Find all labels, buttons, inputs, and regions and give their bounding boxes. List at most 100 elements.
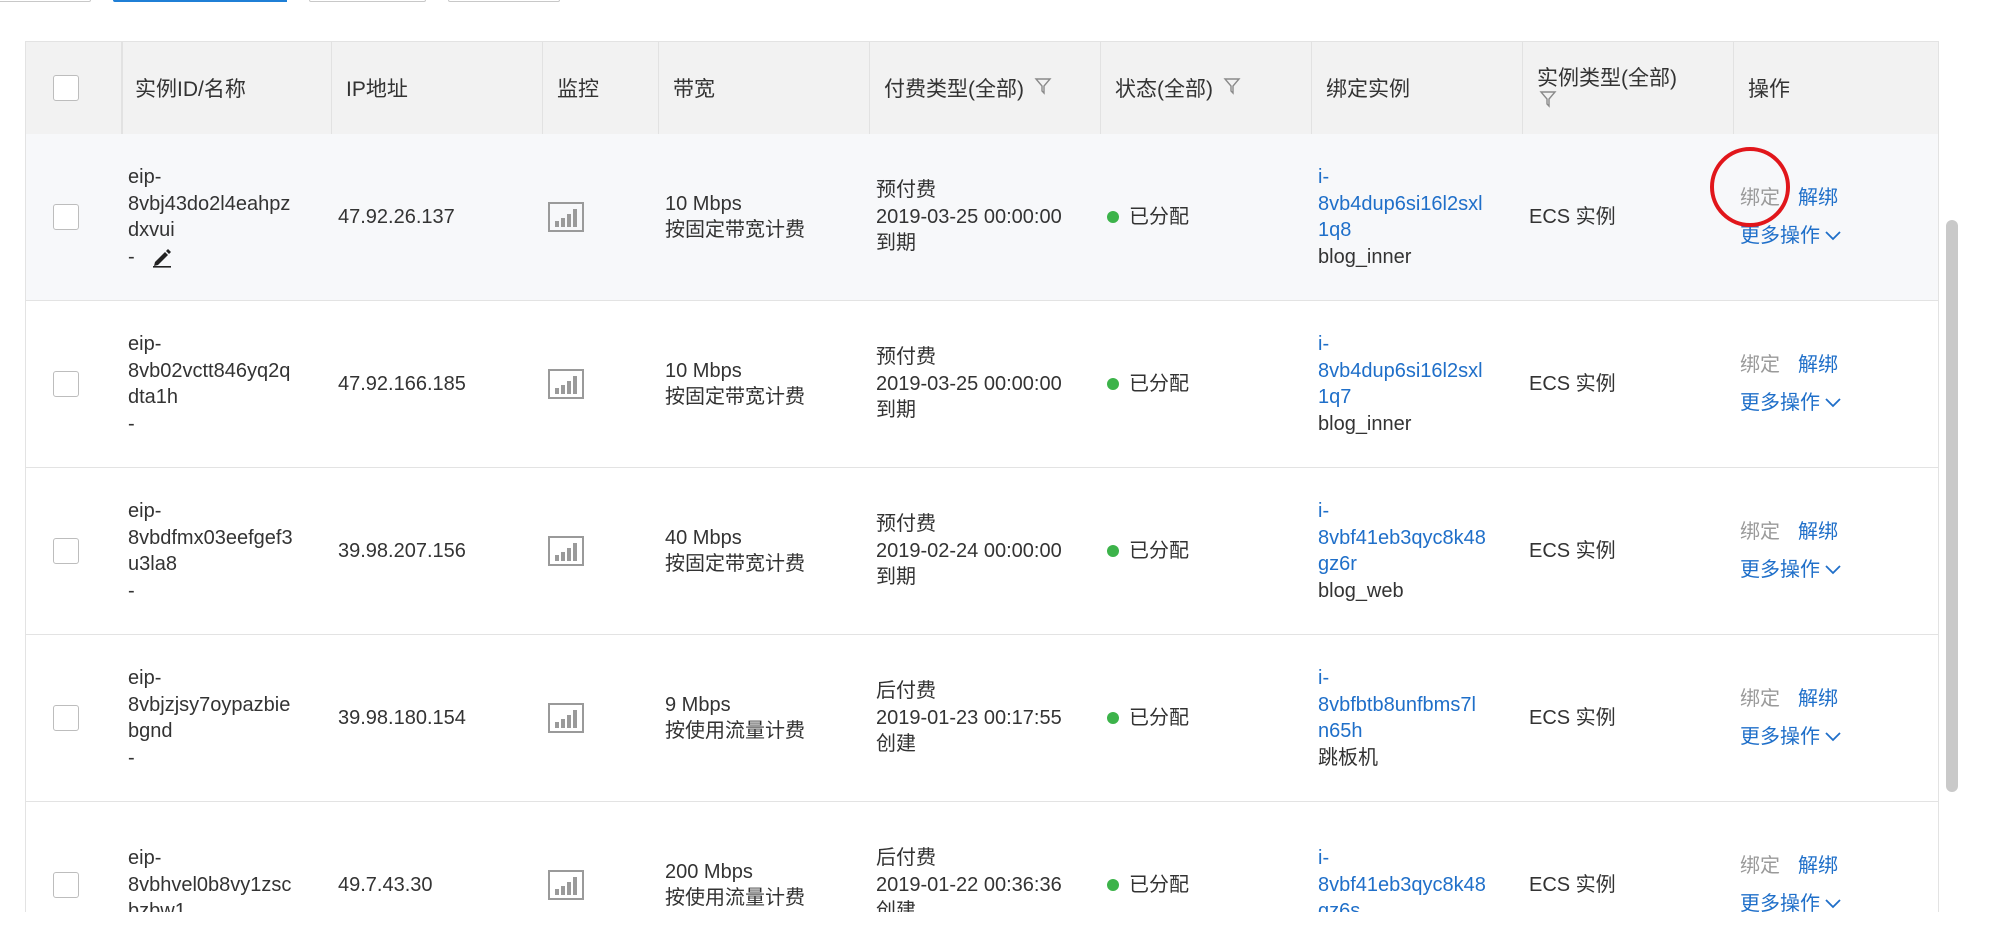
edit-pencil-icon[interactable] [151, 246, 173, 268]
bound-instance-link[interactable]: gz6s [1318, 898, 1486, 912]
instance-type-cell: ECS 实例 [1529, 706, 1616, 729]
more-actions-dropdown[interactable]: 更多操作 [1740, 557, 1842, 584]
bound-instance-link[interactable]: 1q8 [1318, 217, 1483, 244]
search-button[interactable] [259, 0, 287, 2]
instance-id-line: u3la8 [128, 553, 177, 575]
table-header: 实例ID/名称 IP地址 监控 带宽 付费类型(全部) 状态(全部) 绑定实例 … [26, 42, 1938, 135]
col-header-instance-type[interactable]: 实例类型(全部) [1523, 42, 1734, 134]
instance-id-line: 8vb02vctt846yq2q [128, 359, 291, 382]
ip-cell: 47.92.26.137 [338, 205, 455, 228]
instance-id-line: dxvui [128, 219, 175, 241]
status-dot [1107, 879, 1119, 891]
bound-instance-name: 跳板机 [1318, 746, 1378, 769]
chevron-down-icon [1825, 231, 1841, 241]
table-row: eip- 8vb02vctt846yq2q dta1h - 47.92.166.… [26, 301, 1938, 468]
col-header-operations: 操作 [1748, 78, 1790, 101]
pay-type-cell: 预付费 2019-03-25 00:00:00 到期 [876, 179, 1062, 255]
monitor-chart-icon[interactable] [548, 703, 584, 733]
filter-icon[interactable] [1539, 90, 1557, 108]
col-header-monitor: 监控 [543, 42, 659, 134]
bound-instance-link[interactable]: 8vbf41eb3qyc8k48 [1318, 525, 1486, 552]
unbind-button[interactable]: 解绑 [1798, 519, 1838, 546]
monitor-cell[interactable] [548, 802, 659, 912]
bound-instance-link[interactable]: 1q7 [1318, 384, 1483, 411]
monitor-chart-icon[interactable] [548, 202, 584, 232]
select-all-checkbox[interactable] [53, 75, 79, 101]
instance-id-cell: eip- 8vb02vctt846yq2q dta1h - [128, 301, 332, 467]
bandwidth-cell: 40 Mbps 按固定带宽计费 [665, 526, 805, 576]
status-text: 已分配 [1129, 539, 1189, 562]
monitor-cell[interactable] [548, 301, 659, 467]
monitor-chart-icon[interactable] [548, 369, 584, 399]
bound-instance-link[interactable]: gz6r [1318, 551, 1486, 578]
operations-cell: 绑定 解绑 更多操作 [1740, 802, 1938, 912]
col-header-pay-type[interactable]: 付费类型(全部) [870, 42, 1101, 134]
bound-instance-link[interactable]: 8vb4dup6si16l2sxl [1318, 191, 1483, 218]
unbind-button[interactable]: 解绑 [1798, 853, 1838, 880]
bandwidth-cell: 10 Mbps 按固定带宽计费 [665, 192, 805, 242]
bound-instance-link[interactable]: 8vbfbtb8unfbms7l [1318, 692, 1476, 719]
pay-type-cell: 预付费 2019-03-25 00:00:00 到期 [876, 346, 1062, 422]
ip-cell: 49.7.43.30 [338, 873, 433, 896]
filter-icon[interactable] [1223, 77, 1241, 95]
bind-button[interactable]: 绑定 [1740, 686, 1780, 713]
bound-instance-cell: i- 8vb4dup6si16l2sxl 1q7 blog_inner [1318, 301, 1523, 467]
status-text: 已分配 [1129, 372, 1189, 395]
bound-instance-name: blog_inner [1318, 412, 1412, 435]
status-cell: 已分配 [1107, 635, 1312, 801]
bind-button[interactable]: 绑定 [1740, 519, 1780, 546]
vertical-scrollbar[interactable] [1946, 220, 1958, 792]
bound-instance-link[interactable]: i- [1318, 164, 1483, 191]
row-checkbox[interactable] [53, 705, 79, 731]
bound-instance-link[interactable]: i- [1318, 845, 1486, 872]
instance-id-line: eip- [128, 847, 162, 870]
bind-button[interactable]: 绑定 [1740, 352, 1780, 379]
ip-cell: 39.98.207.156 [338, 539, 466, 562]
status-cell: 已分配 [1107, 468, 1312, 634]
more-actions-dropdown[interactable]: 更多操作 [1740, 390, 1842, 417]
status-dot [1107, 211, 1119, 223]
unbind-button[interactable]: 解绑 [1798, 185, 1838, 212]
monitor-cell[interactable] [548, 134, 659, 300]
instance-id-line: 8vbjzjsy7oypazbie [128, 693, 291, 716]
table-row: eip- 8vbhvel0b8vy1zsc bzbw1 49.7.43.30 2… [26, 802, 1938, 912]
toolbar-button-3[interactable] [448, 0, 560, 2]
instance-name: - [128, 579, 135, 602]
bound-instance-link[interactable]: i- [1318, 665, 1476, 692]
search-field[interactable] [113, 0, 287, 2]
more-actions-dropdown[interactable]: 更多操作 [1740, 891, 1842, 912]
instance-name: - [128, 746, 135, 769]
row-checkbox[interactable] [53, 204, 79, 230]
col-header-id: 实例ID/名称 [121, 42, 332, 134]
unbind-button[interactable]: 解绑 [1798, 686, 1838, 713]
bound-instance-link[interactable]: n65h [1318, 718, 1476, 745]
pay-type-cell: 预付费 2019-02-24 00:00:00 到期 [876, 513, 1062, 589]
monitor-cell[interactable] [548, 468, 659, 634]
col-header-status[interactable]: 状态(全部) [1101, 42, 1312, 134]
chevron-down-icon [1825, 732, 1841, 742]
ip-cell: 47.92.166.185 [338, 372, 466, 395]
bind-button[interactable]: 绑定 [1740, 853, 1780, 880]
bound-instance-link[interactable]: i- [1318, 498, 1486, 525]
more-actions-dropdown[interactable]: 更多操作 [1740, 724, 1842, 751]
monitor-chart-icon[interactable] [548, 870, 584, 900]
bound-instance-link[interactable]: i- [1318, 331, 1483, 358]
bound-instance-cell: i- 8vbfbtb8unfbms7l n65h 跳板机 [1318, 635, 1523, 801]
bound-instance-link[interactable]: 8vbf41eb3qyc8k48 [1318, 872, 1486, 899]
monitor-cell[interactable] [548, 635, 659, 801]
monitor-chart-icon[interactable] [548, 536, 584, 566]
filter-icon[interactable] [1034, 77, 1052, 95]
instance-id-line: bzbw1 [128, 900, 186, 912]
status-dot [1107, 545, 1119, 557]
row-checkbox[interactable] [53, 538, 79, 564]
toolbar-button-1[interactable] [0, 0, 91, 2]
instance-id-line: dta1h [128, 386, 179, 408]
toolbar-button-2[interactable] [309, 0, 426, 2]
bound-instance-link[interactable]: 8vb4dup6si16l2sxl [1318, 358, 1483, 385]
row-checkbox[interactable] [53, 371, 79, 397]
unbind-button[interactable]: 解绑 [1798, 352, 1838, 379]
bound-instance-name: blog_web [1318, 579, 1404, 602]
pay-type-cell: 后付费 2019-01-23 00:17:55 创建 [876, 680, 1062, 756]
chevron-down-icon [1825, 565, 1841, 575]
row-checkbox[interactable] [53, 872, 79, 898]
